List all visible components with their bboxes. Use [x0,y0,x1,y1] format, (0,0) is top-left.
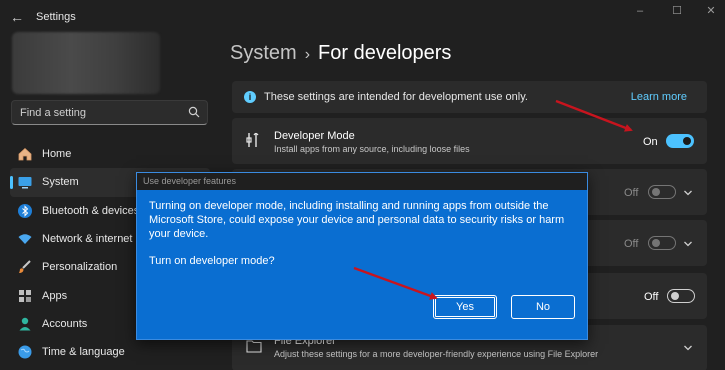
app-title: Settings [36,11,76,23]
learn-more-link[interactable]: Learn more [631,91,687,103]
maximize-icon[interactable]: ☐ [666,4,688,18]
brush-icon [19,260,31,274]
developer-mode-state: On [643,136,658,148]
sidebar-item-label: System [42,176,79,189]
yes-button[interactable]: Yes [433,295,497,319]
row-state: Off [624,187,639,199]
dialog-question: Turn on developer mode? [149,255,275,267]
row-toggle[interactable] [648,185,676,199]
home-icon [18,148,32,161]
dialog-message: Turning on developer mode, including ins… [149,200,565,240]
search-input[interactable]: Find a setting [11,100,208,125]
sidebar-item-label: Bluetooth & devices [42,204,140,217]
breadcrumb: System › For developers [230,42,451,65]
row-toggle[interactable] [648,236,676,250]
developer-mode-card: Developer Mode Install apps from any sou… [232,118,707,164]
globe-icon [18,345,32,359]
title-bar: ← Settings – ☐ ✕ [0,0,725,34]
sidebar-item-label: Home [42,148,72,161]
search-icon[interactable] [188,106,200,118]
network-icon [18,234,32,245]
chevron-down-icon[interactable] [683,343,693,353]
developer-mode-title: Developer Mode [274,130,355,142]
chevron-down-icon[interactable] [683,239,693,249]
user-profile-blurred[interactable] [12,32,160,94]
row-state: Off [624,238,639,250]
info-text: These settings are intended for developm… [264,91,528,103]
developer-features-dialog: Use developer features Turning on develo… [136,172,588,340]
sidebar-item-label: Apps [42,289,68,302]
file-explorer-description: Adjust these settings for a more develop… [274,349,599,359]
sidebar-item-home[interactable]: Home [10,140,210,168]
row-toggle[interactable] [667,289,695,303]
page-title: For developers [318,42,452,64]
info-bar: i These settings are intended for develo… [232,81,707,113]
apps-icon [19,289,31,302]
sidebar-item-label: Personalization [42,261,118,274]
dialog-title: Use developer features [143,176,237,186]
chevron-down-icon[interactable] [683,188,693,198]
minimize-icon[interactable]: – [629,4,651,18]
developer-tools-icon [246,132,259,147]
breadcrumb-separator: › [304,46,311,63]
developer-mode-toggle[interactable] [666,134,694,148]
close-icon[interactable]: ✕ [700,4,722,18]
info-icon: i [244,91,256,103]
sidebar-item-time-language[interactable]: Time & language [10,338,210,366]
back-arrow-icon[interactable]: ← [8,8,26,26]
developer-mode-description: Install apps from any source, including … [274,144,470,154]
dialog-title-bar: Use developer features [137,173,587,190]
folder-icon [246,340,262,353]
search-placeholder: Find a setting [20,107,87,119]
row-state: Off [644,291,659,303]
no-button[interactable]: No [511,295,575,319]
sidebar-item-label: Accounts [42,317,88,330]
sidebar-item-label: Time & language [42,346,125,359]
account-icon [19,317,31,331]
bluetooth-icon [18,203,32,218]
sidebar-item-label: Network & internet [42,233,133,246]
system-icon [18,177,32,189]
breadcrumb-parent[interactable]: System [230,42,297,64]
